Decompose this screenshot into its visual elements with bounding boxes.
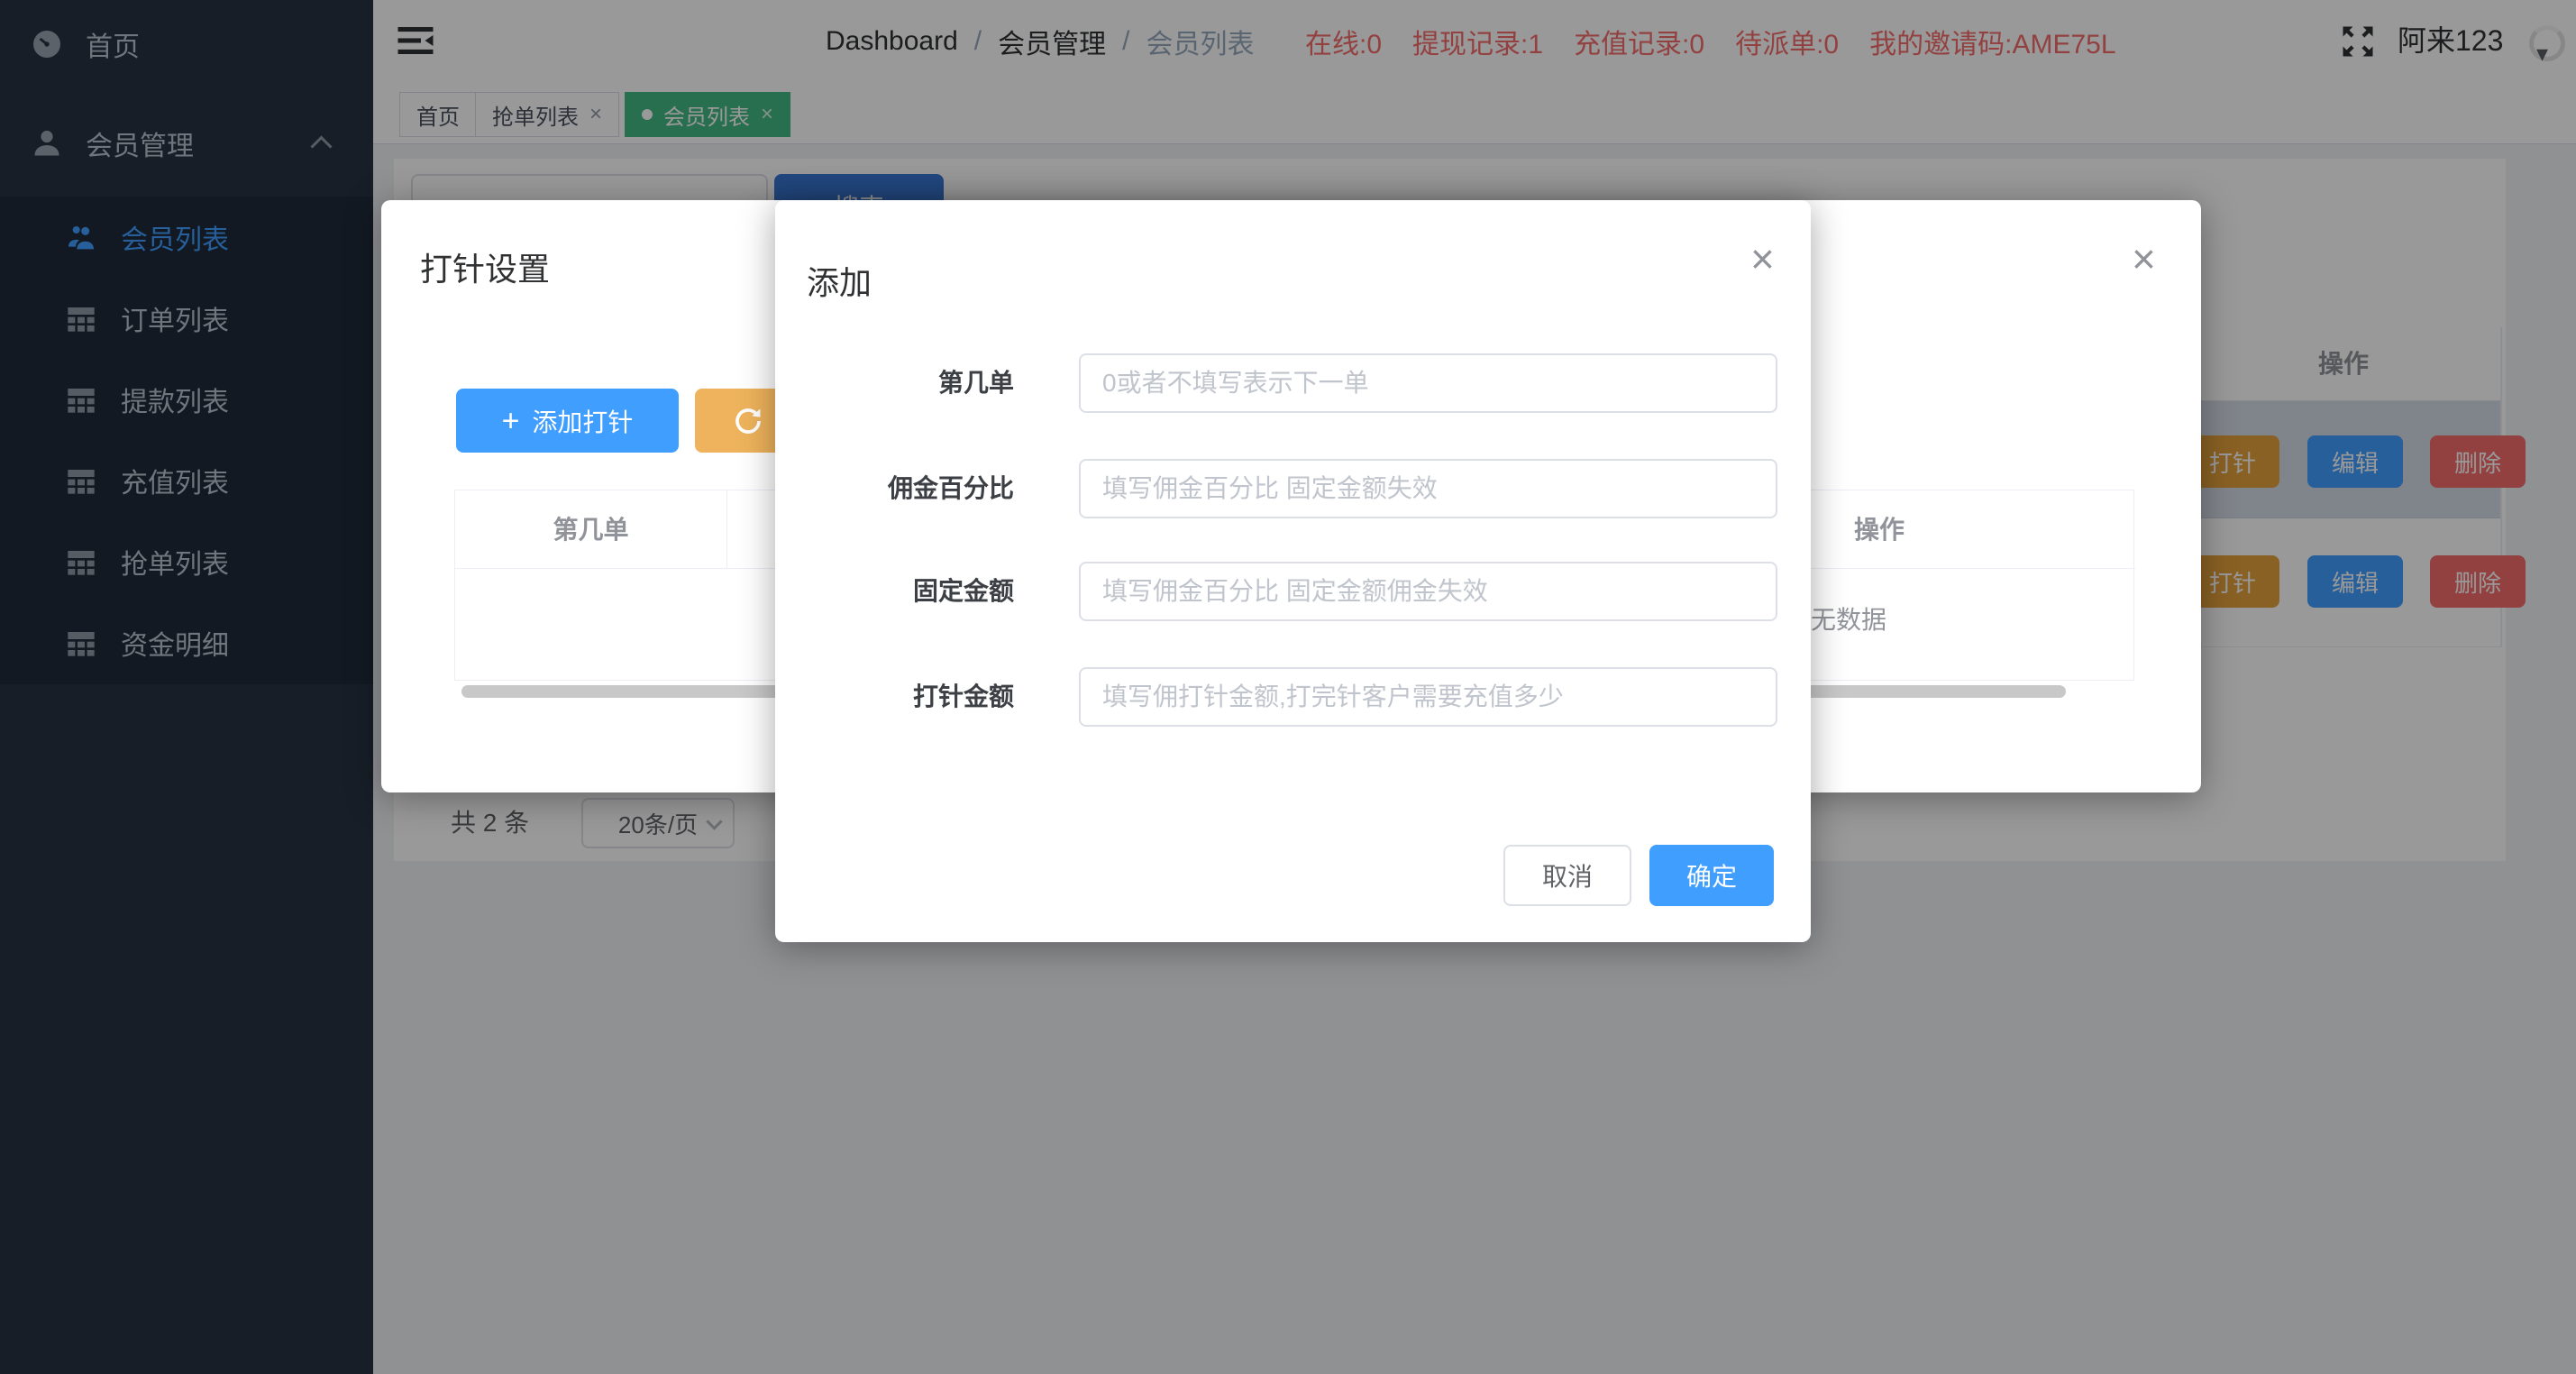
settings-dialog-title: 打针设置 [420,243,550,290]
settings-table-header-cell: 第几单 [455,490,726,569]
add-dialog-title: 添加 [807,257,872,304]
confirm-button[interactable]: 确定 [1649,845,1774,906]
field-label: 佣金百分比 [793,459,1014,518]
order-number-field[interactable] [1079,353,1777,413]
inject-amount-field[interactable] [1079,667,1777,727]
cancel-button-label: 取消 [1542,857,1593,893]
cancel-button[interactable]: 取消 [1503,845,1631,906]
form-row: 佣金百分比 [775,459,1811,518]
app-root: 首页 会员管理 会员列表 订单列表 [0,0,2576,1374]
add-inject-button-label: 添加打针 [532,403,633,439]
refresh-icon [733,406,763,436]
field-label: 第几单 [793,353,1014,413]
settings-table-col-border [726,490,727,569]
commission-percent-field[interactable] [1079,459,1777,518]
settings-dialog-close-icon[interactable]: × [2132,238,2156,279]
form-row: 打针金额 [775,667,1811,727]
plus-icon: + [502,406,520,436]
field-label: 固定金额 [793,562,1014,621]
fixed-amount-field[interactable] [1079,562,1777,621]
add-dialog: 添加 × 第几单 佣金百分比 固定金额 打针金额 取消 确定 [775,200,1811,942]
confirm-button-label: 确定 [1686,857,1737,893]
form-row: 固定金额 [775,562,1811,621]
add-dialog-close-icon[interactable]: × [1750,238,1775,279]
field-label: 打针金额 [793,667,1014,727]
form-row: 第几单 [775,353,1811,413]
add-inject-button[interactable]: + 添加打针 [456,389,679,453]
